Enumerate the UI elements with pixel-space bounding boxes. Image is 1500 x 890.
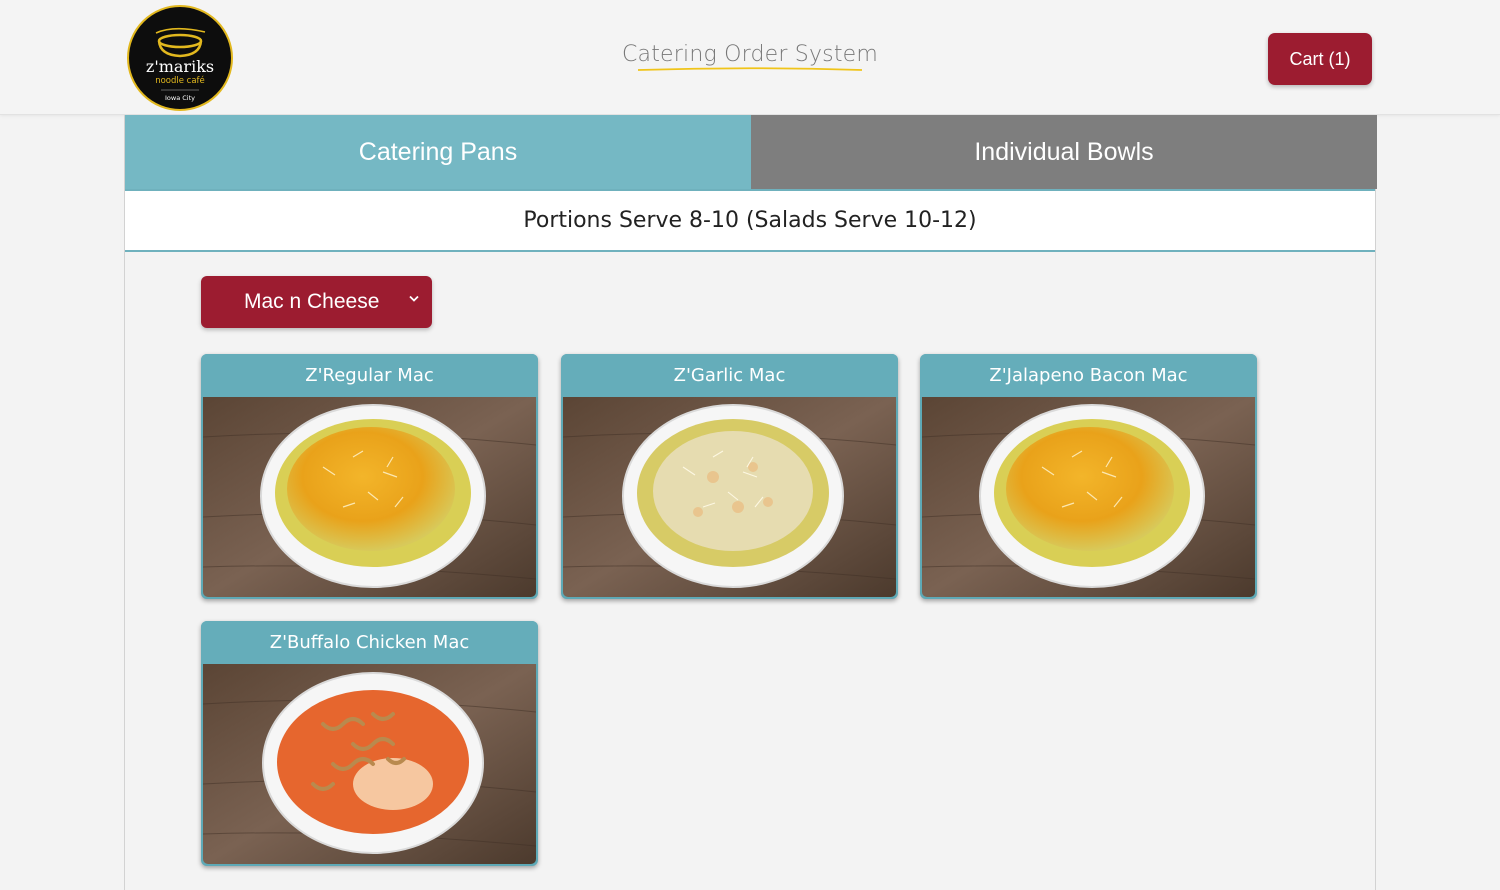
- cart-button[interactable]: Cart (1): [1268, 33, 1372, 85]
- logo-tagline-text: noodle café: [155, 75, 205, 86]
- logo-location-text: Iowa City: [165, 94, 195, 102]
- tab-catering-pans-label: Catering Pans: [358, 137, 518, 166]
- portion-note: Portions Serve 8-10 (Salads Serve 10-12): [125, 189, 1375, 252]
- menu-item-title: Z'Jalapeno Bacon Mac: [920, 354, 1257, 397]
- chevron-down-icon: [409, 295, 419, 302]
- category-dropdown[interactable]: Mac n Cheese: [201, 276, 432, 328]
- menu-item-title: Z'Garlic Mac: [561, 354, 898, 397]
- page-title: Catering Order System: [621, 42, 879, 67]
- mac-bowl-photo: [563, 397, 896, 597]
- title-underline: [637, 67, 863, 71]
- category-dropdown-label: Mac n Cheese: [244, 290, 380, 313]
- zmariks-logo[interactable]: z'mariks noodle café Iowa City: [127, 5, 233, 111]
- menu-item-card[interactable]: Z'Jalapeno Bacon Mac: [920, 354, 1257, 599]
- menu-item-title: Z'Regular Mac: [201, 354, 538, 397]
- tab-individual-bowls[interactable]: Individual Bowls: [751, 115, 1377, 189]
- menu-item-card[interactable]: Z'Buffalo Chicken Mac: [201, 621, 538, 866]
- mac-bowl-photo: [203, 664, 536, 864]
- logo-brand-text: z'mariks: [146, 57, 214, 76]
- portion-note-text: Portions Serve 8-10 (Salads Serve 10-12): [523, 208, 977, 233]
- mac-bowl-photo: [203, 397, 536, 597]
- site-header: z'mariks noodle café Iowa City Catering …: [0, 0, 1500, 115]
- menu-item-card[interactable]: Z'Regular Mac: [201, 354, 538, 599]
- menu-item-card[interactable]: Z'Garlic Mac: [561, 354, 898, 599]
- main-content: Catering Pans Individual Bowls Portions …: [124, 115, 1377, 890]
- tab-catering-pans[interactable]: Catering Pans: [125, 115, 751, 189]
- tab-individual-bowls-label: Individual Bowls: [974, 137, 1154, 166]
- menu-item-title: Z'Buffalo Chicken Mac: [201, 621, 538, 664]
- mac-bowl-photo: [922, 397, 1255, 597]
